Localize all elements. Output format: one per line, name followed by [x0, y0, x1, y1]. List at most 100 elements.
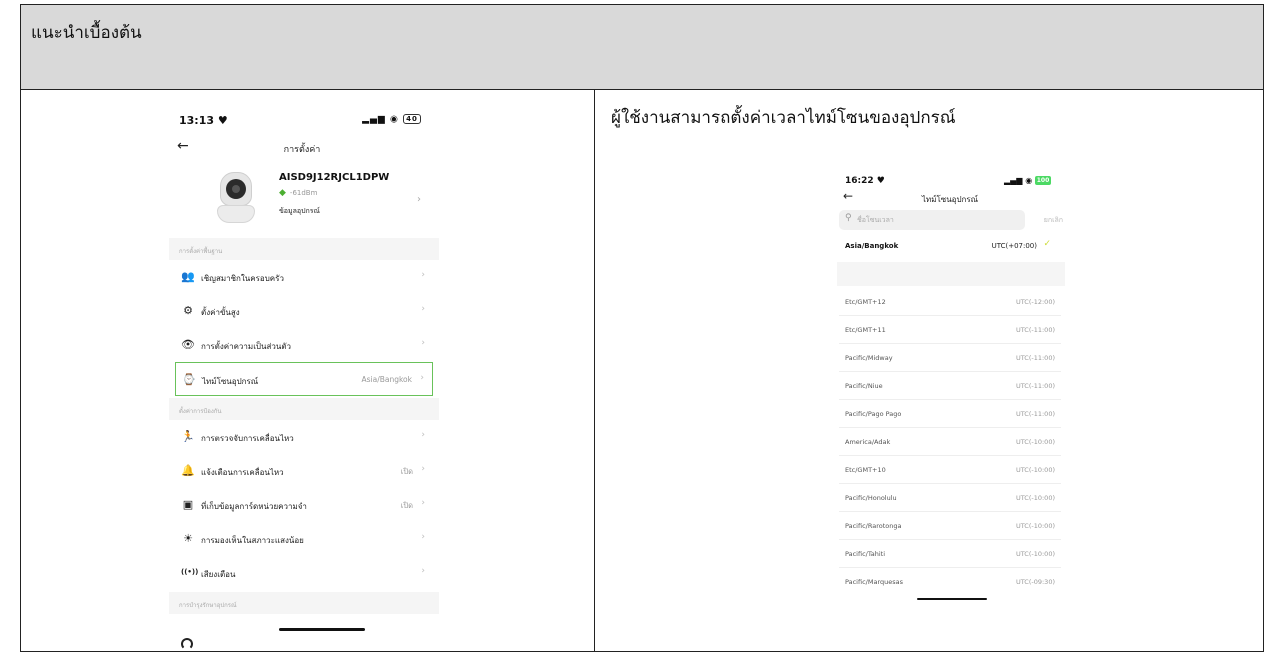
timezone-row[interactable]: Etc/GMT+11 UTC(-11:00)	[839, 316, 1061, 344]
device-name: AISD9J12RJCL1DPW	[279, 172, 390, 183]
camera-image	[213, 172, 259, 226]
timezone-offset: UTC(-10:00)	[1015, 466, 1055, 474]
settings-row-alarm-sound[interactable]: ((•)) เสียงเตือน ›	[175, 556, 433, 590]
settings-screenshot: 13:13 ♥ ▂▄▆ ◉ 40 ← การตั้งค่า AISD9J12RJ…	[169, 90, 439, 650]
row-label: การมองเห็นในสภาวะแสงน้อย	[201, 536, 304, 545]
row-value: เปิด	[400, 467, 413, 476]
row-label: การตรวจจับการเคลื่อนไหว	[201, 434, 294, 443]
timezone-row[interactable]: America/Adak UTC(-10:00)	[839, 428, 1061, 456]
status-time: 13:13 ♥	[179, 114, 228, 127]
section-header-basic: การตั้งค่าพื้นฐาน	[169, 238, 439, 260]
row-label: ไทม์โซนอุปกรณ์	[202, 377, 259, 386]
timezone-name: Pacific/Midway	[845, 354, 893, 362]
timezone-row[interactable]: Pacific/Marquesas UTC(-09:30)	[839, 568, 1061, 596]
chevron-right-icon: ›	[420, 373, 424, 383]
wifi-icon: ◆	[279, 188, 286, 198]
timezone-name: Pacific/Niue	[845, 382, 883, 390]
advanced-settings-icon: ⚙	[183, 304, 193, 317]
timezone-name: Etc/GMT+12	[845, 298, 886, 306]
device-card[interactable]: AISD9J12RJCL1DPW ◆ -61dBm ข้อมูลอุปกรณ์ ›	[169, 172, 439, 232]
chevron-right-icon: ›	[421, 464, 425, 474]
page-title: การตั้งค่า	[283, 145, 321, 155]
timezone-name: Pacific/Marquesas	[845, 578, 903, 586]
timezone-name: Pacific/Pago Pago	[845, 410, 902, 418]
page-title: ไทม์โซนอุปกรณ์	[921, 195, 979, 204]
chevron-right-icon: ›	[421, 532, 425, 542]
document-table: แนะนำเบื้องต้น 13:13 ♥ ▂▄▆ ◉ 40 ← การตั้…	[20, 4, 1264, 652]
settings-row-motion-detection[interactable]: 🏃 การตรวจจับการเคลื่อนไหว ›	[175, 420, 433, 454]
privacy-eye-icon: 👁	[181, 338, 195, 351]
description-text: ผู้ใช้งานสามารถตั้งค่าเวลาไทม์โซนของอุปก…	[611, 108, 956, 128]
timezone-name: Pacific/Tahiti	[845, 550, 886, 558]
timezone-offset: UTC(-10:00)	[1015, 494, 1055, 502]
timezone-name: America/Adak	[845, 438, 891, 446]
night-vision-icon: ☀	[183, 532, 193, 545]
timezone-row[interactable]: Etc/GMT+10 UTC(-10:00)	[839, 456, 1061, 484]
chevron-right-icon: ›	[421, 566, 425, 576]
section-header-maintenance: การบำรุงรักษาอุปกรณ์	[169, 592, 439, 614]
timezone-row[interactable]: Pacific/Niue UTC(-11:00)	[839, 372, 1061, 400]
timezone-name: Pacific/Rarotonga	[845, 522, 902, 530]
timezone-row[interactable]: Pacific/Honolulu UTC(-10:00)	[839, 484, 1061, 512]
timezone-name: Pacific/Honolulu	[845, 494, 897, 502]
signal-wifi-icon: ▂▄▆ ◉	[1003, 176, 1033, 185]
row-label: ตั้งค่าขั้นสูง	[201, 308, 240, 317]
timezone-screenshot: 16:22 ♥ ▂▄▆ ◉ 100 ← ไทม์โซนอุปกรณ์ ⚲ ชื่…	[837, 162, 1065, 622]
timezone-row[interactable]: Pacific/Pago Pago UTC(-11:00)	[839, 400, 1061, 428]
document-title: แนะนำเบื้องต้น	[31, 23, 142, 43]
alert-icon: 🔔	[181, 464, 195, 477]
settings-row-device-timezone[interactable]: ⌚ ไทม์โซนอุปกรณ์ Asia/Bangkok ›	[175, 362, 433, 396]
timezone-row[interactable]: Pacific/Rarotonga UTC(-10:00)	[839, 512, 1061, 540]
chevron-right-icon: ›	[421, 338, 425, 348]
status-time: 16:22 ♥	[845, 176, 885, 186]
row-label: เสียงเตือน	[201, 570, 236, 579]
settings-row-privacy[interactable]: 👁 การตั้งค่าความเป็นส่วนตัว ›	[175, 328, 433, 362]
timezone-name: Etc/GMT+11	[845, 326, 886, 334]
settings-row-memory-card[interactable]: ▣ ที่เก็บข้อมูลการ์ดหน่วยความจำ เปิด ›	[175, 488, 433, 522]
timezone-row[interactable]: Pacific/Tahiti UTC(-10:00)	[839, 540, 1061, 568]
row-value: เปิด	[400, 501, 413, 510]
checkmark-icon: ✓	[1043, 239, 1051, 249]
wifi-signal-strength: -61dBm	[289, 189, 318, 197]
nav-bar: ← ไทม์โซนอุปกรณ์	[843, 189, 1057, 206]
chevron-right-icon: ›	[421, 430, 425, 440]
row-label: การตั้งค่าความเป็นส่วนตัว	[201, 342, 291, 351]
timezone-icon: ⌚	[182, 373, 196, 386]
row-label: แจ้งเตือนการเคลื่อนไหว	[201, 468, 284, 477]
row-label: เชิญสมาชิกในครอบครัว	[201, 274, 284, 283]
timezone-search-input[interactable]: ⚲ ชื่อโซนเวลา	[839, 210, 1025, 230]
motion-run-icon: 🏃	[181, 430, 195, 443]
timezone-offset: UTC(-11:00)	[1015, 354, 1055, 362]
timezone-row[interactable]: Etc/GMT+12 UTC(-12:00)	[839, 288, 1061, 316]
settings-row-night-vision[interactable]: ☀ การมองเห็นในสภาวะแสงน้อย ›	[175, 522, 433, 556]
timezone-offset: UTC(-11:00)	[1015, 410, 1055, 418]
list-divider	[837, 262, 1065, 286]
timezone-offset: UTC(-10:00)	[1015, 550, 1055, 558]
settings-row-motion-alert[interactable]: 🔔 แจ้งเตือนการเคลื่อนไหว เปิด ›	[175, 454, 433, 488]
family-icon: 👥	[181, 270, 195, 283]
screenshot-cell-settings: 13:13 ♥ ▂▄▆ ◉ 40 ← การตั้งค่า AISD9J12RJ…	[21, 90, 595, 651]
battery-icon: 40	[403, 114, 421, 124]
battery-icon: 100	[1035, 176, 1051, 185]
chevron-right-icon: ›	[421, 270, 425, 280]
timezone-row[interactable]: Pacific/Midway UTC(-11:00)	[839, 344, 1061, 372]
home-indicator	[917, 598, 987, 600]
current-timezone-row[interactable]: Asia/Bangkok UTC(+07:00) ✓	[839, 234, 1063, 260]
timezone-offset: UTC(-09:30)	[1015, 578, 1055, 586]
chevron-right-icon: ›	[421, 304, 425, 314]
signal-wifi-icon: ▂▄▆ ◉	[362, 114, 399, 125]
timezone-name: Etc/GMT+10	[845, 466, 886, 474]
home-indicator	[279, 628, 365, 631]
row-label: ที่เก็บข้อมูลการ์ดหน่วยความจำ	[201, 502, 307, 511]
settings-row-invite-family[interactable]: 👥 เชิญสมาชิกในครอบครัว ›	[175, 260, 433, 294]
device-info-label: ข้อมูลอุปกรณ์	[279, 207, 321, 215]
timezone-offset: UTC(-11:00)	[1015, 382, 1055, 390]
section-header-protection: ตั้งค่าการป้องกัน	[169, 398, 439, 420]
document-header: แนะนำเบื้องต้น	[21, 5, 1263, 90]
chevron-right-icon: ›	[417, 194, 421, 205]
search-icon: ⚲	[845, 213, 852, 223]
chevron-right-icon: ›	[421, 498, 425, 508]
settings-row-advanced[interactable]: ⚙ ตั้งค่าขั้นสูง ›	[175, 294, 433, 328]
cancel-button[interactable]: ยกเลิก	[1044, 215, 1063, 226]
timezone-value: Asia/Bangkok	[361, 375, 412, 384]
